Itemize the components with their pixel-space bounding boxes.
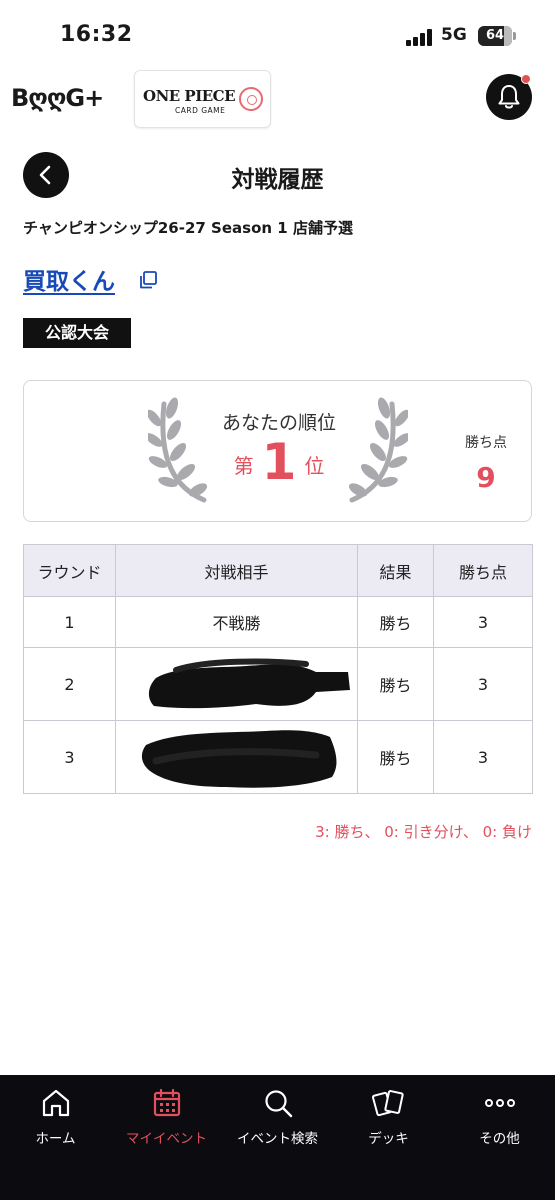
one-piece-logo[interactable]: ONE PIECE CARD GAME <box>134 70 271 128</box>
header-points: 勝ち点 <box>433 544 533 597</box>
bell-icon <box>498 85 520 109</box>
game-emblem-icon <box>239 87 263 111</box>
table-header-row: ラウンド 対戦相手 結果 勝ち点 <box>23 544 533 597</box>
app-header: BღღG+ ONE PIECE CARD GAME <box>0 62 555 134</box>
result-cell: 勝ち <box>357 647 434 721</box>
results-table: ラウンド 対戦相手 結果 勝ち点 1 不戦勝 勝ち 3 2 勝ち 3 3 勝ち … <box>23 544 533 794</box>
nav-my-events[interactable]: マイイベント <box>111 1087 222 1147</box>
status-bar: 16:32 5G 64 <box>0 0 555 62</box>
battery-level: 64 <box>485 28 505 43</box>
shop-link[interactable]: 買取くん <box>23 262 115 296</box>
rank-prefix: 第 <box>233 454 254 478</box>
network-type: 5G <box>441 25 467 45</box>
rank-label: あなたの順位 <box>221 412 336 434</box>
points-cell: 3 <box>433 596 533 648</box>
signal-icon <box>406 28 436 46</box>
points-label: 勝ち点 <box>465 435 507 451</box>
calendar-icon <box>153 1088 180 1117</box>
nav-deck[interactable]: デッキ <box>333 1087 444 1147</box>
bottom-nav: ホーム マイイベント イベント検索 デッキ その他 <box>0 1075 555 1200</box>
table-row: 2 勝ち 3 <box>23 647 533 721</box>
nav-deck-label: デッキ <box>368 1131 409 1147</box>
nav-more-label: その他 <box>479 1131 520 1147</box>
status-time: 16:32 <box>60 22 133 47</box>
cards-icon <box>371 1090 404 1117</box>
opponent-cell: 不戦勝 <box>115 596 358 648</box>
home-icon <box>42 1089 69 1117</box>
rank-number: 1 <box>261 433 297 491</box>
points-value: 9 <box>476 461 496 494</box>
opponent-cell-redacted <box>115 647 358 721</box>
game-logo-title: ONE PIECE <box>143 87 236 105</box>
result-cell: 勝ち <box>357 596 434 648</box>
nav-more[interactable]: その他 <box>444 1087 555 1147</box>
battery-icon: 64 <box>478 26 516 46</box>
points-legend: 3: 勝ち、 0: 引き分け、 0: 負け <box>315 823 532 841</box>
more-icon <box>484 1099 515 1107</box>
search-icon <box>264 1090 292 1118</box>
header-round: ラウンド <box>23 544 116 597</box>
round-cell: 2 <box>23 647 116 721</box>
header-opponent: 対戦相手 <box>115 544 358 597</box>
page-title: 対戦履歴 <box>231 167 324 193</box>
nav-my-events-label: マイイベント <box>126 1131 207 1147</box>
nav-event-search-label: イベント検索 <box>237 1131 318 1147</box>
nav-home[interactable]: ホーム <box>0 1087 111 1147</box>
header-result: 結果 <box>357 544 434 597</box>
notification-dot <box>521 74 531 84</box>
rank-card: あなたの順位 第1位 勝ち点 9 <box>23 380 532 522</box>
nav-home-label: ホーム <box>35 1131 76 1147</box>
event-name: チャンピオンシップ26-27 Season 1 店舗予選 <box>23 219 353 237</box>
round-cell: 3 <box>23 720 116 794</box>
game-logo-subtitle: CARD GAME <box>175 106 226 115</box>
opponent-cell-redacted <box>115 720 358 794</box>
nav-event-search[interactable]: イベント検索 <box>222 1087 333 1147</box>
round-cell: 1 <box>23 596 116 648</box>
redaction-scribble <box>141 730 337 788</box>
table-row: 3 勝ち 3 <box>23 720 533 794</box>
tournament-type-badge: 公認大会 <box>23 318 131 348</box>
rank-value: 第1位 <box>204 433 354 491</box>
rank-suffix: 位 <box>304 454 325 478</box>
points-cell: 3 <box>433 647 533 721</box>
brand-logo[interactable]: BღღG+ <box>11 84 104 112</box>
external-link-icon[interactable] <box>138 270 158 290</box>
notification-button[interactable] <box>486 74 532 120</box>
points-cell: 3 <box>433 720 533 794</box>
result-cell: 勝ち <box>357 720 434 794</box>
table-row: 1 不戦勝 勝ち 3 <box>23 596 533 648</box>
redaction-scribble <box>148 658 350 709</box>
